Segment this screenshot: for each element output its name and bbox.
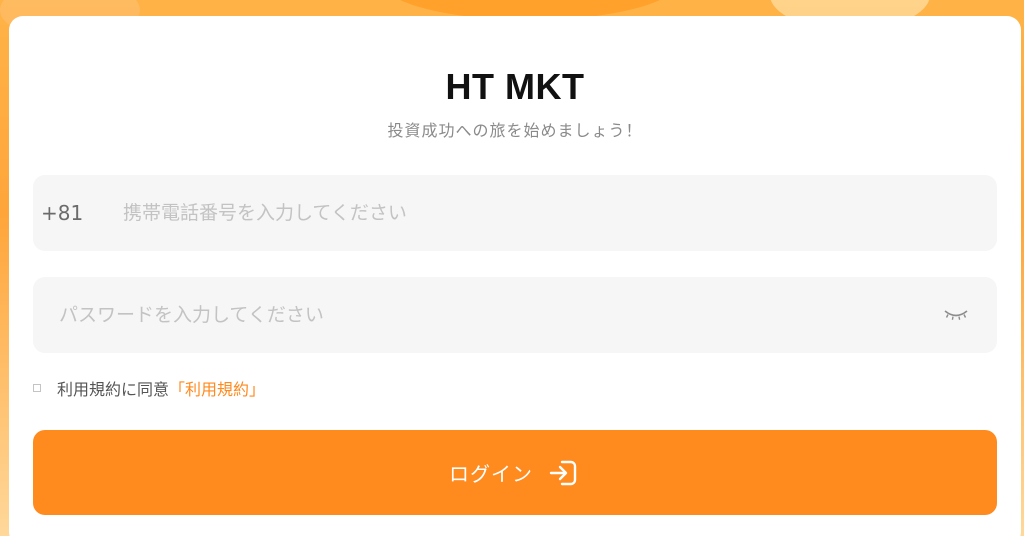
phone-input[interactable] [121, 174, 997, 252]
login-card: HT MKT 投資成功への旅を始めましょう！ +81 利用規約に同意 「利用規約… [9, 16, 1021, 536]
terms-checkbox[interactable] [33, 384, 41, 392]
terms-agreement: 利用規約に同意 「利用規約」 [33, 376, 265, 400]
page-title: HT MKT [445, 66, 585, 107]
terms-link[interactable]: 「利用規約」 [169, 376, 265, 400]
phone-field: +81 [33, 174, 997, 252]
login-button-label: ログイン [449, 462, 533, 486]
login-button[interactable]: ログイン [33, 430, 997, 515]
eye-closed-icon[interactable] [941, 303, 971, 327]
login-arrow-icon [547, 456, 581, 490]
terms-label: 利用規約に同意 [57, 380, 170, 399]
password-field [33, 276, 997, 354]
country-code[interactable]: +81 [41, 201, 121, 225]
page-subtitle: 投資成功への旅を始めましょう！ [387, 121, 643, 140]
password-input[interactable] [57, 276, 941, 354]
